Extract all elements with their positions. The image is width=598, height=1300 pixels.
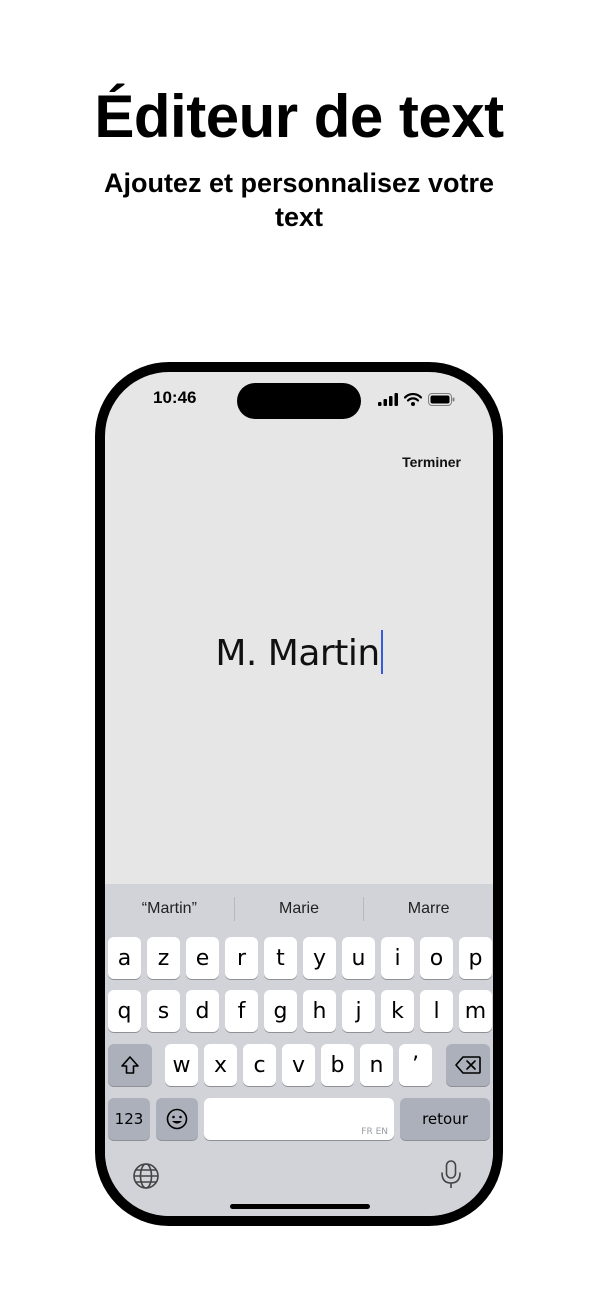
keyboard-row-2: qsdfghjklm xyxy=(105,990,493,1032)
home-indicator xyxy=(230,1204,370,1209)
key-x[interactable]: x xyxy=(204,1044,237,1086)
space-key[interactable]: FR EN xyxy=(204,1098,394,1140)
dynamic-island xyxy=(237,383,361,419)
key-v[interactable]: v xyxy=(282,1044,315,1086)
suggestion-item[interactable]: Marie xyxy=(235,900,364,918)
key-z[interactable]: z xyxy=(147,937,180,979)
battery-icon xyxy=(428,393,455,406)
key-k[interactable]: k xyxy=(381,990,414,1032)
emoji-icon xyxy=(166,1108,188,1130)
key-n[interactable]: n xyxy=(360,1044,393,1086)
numbers-key[interactable]: 123 xyxy=(108,1098,150,1140)
key-e[interactable]: e xyxy=(186,937,219,979)
key-b[interactable]: b xyxy=(321,1044,354,1086)
key-u[interactable]: u xyxy=(342,937,375,979)
shift-icon xyxy=(121,1056,139,1074)
key-c[interactable]: c xyxy=(243,1044,276,1086)
delete-key[interactable] xyxy=(446,1044,490,1086)
keyboard-row-3: w x c v b n’ xyxy=(105,1044,493,1086)
key-i[interactable]: i xyxy=(381,937,414,979)
return-key[interactable]: retour xyxy=(400,1098,490,1140)
emoji-key[interactable] xyxy=(156,1098,198,1140)
key-w[interactable]: w xyxy=(165,1044,198,1086)
globe-icon[interactable] xyxy=(132,1162,160,1190)
shift-key[interactable] xyxy=(108,1044,152,1086)
delete-icon xyxy=(455,1056,481,1074)
key-f[interactable]: f xyxy=(225,990,258,1032)
editor-text: M. Martin xyxy=(215,633,380,674)
suggestion-item[interactable]: Marre xyxy=(364,900,493,918)
key-q[interactable]: q xyxy=(108,990,141,1032)
key-j[interactable]: j xyxy=(342,990,375,1032)
wifi-icon xyxy=(404,393,422,406)
key-g[interactable]: g xyxy=(264,990,297,1032)
microphone-icon[interactable] xyxy=(440,1160,462,1190)
key-t[interactable]: t xyxy=(264,937,297,979)
keyboard: “Martin” Marie Marre azertyuiop qsdfghjk… xyxy=(105,884,493,1216)
key-y[interactable]: y xyxy=(303,937,336,979)
key-p[interactable]: p xyxy=(459,937,492,979)
promo-title: Éditeur de text xyxy=(94,83,504,150)
key-apostrophe[interactable]: ’ xyxy=(399,1044,432,1086)
space-language-tag: FR EN xyxy=(361,1127,388,1137)
key-r[interactable]: r xyxy=(225,937,258,979)
done-button[interactable]: Terminer xyxy=(402,454,461,470)
keyboard-row-4: 123 FR EN retour xyxy=(105,1098,493,1140)
text-editor[interactable]: M. Martin xyxy=(105,630,493,674)
key-s[interactable]: s xyxy=(147,990,180,1032)
keyboard-bottom-bar xyxy=(105,1154,493,1194)
phone-frame: 10:46 Terminer M. Martin “Martin” Marie … xyxy=(95,362,503,1226)
status-icons xyxy=(378,393,455,406)
keyboard-row-1: azertyuiop xyxy=(105,937,493,979)
suggestion-bar: “Martin” Marie Marre xyxy=(105,884,493,934)
phone-screen: 10:46 Terminer M. Martin “Martin” Marie … xyxy=(105,372,493,1216)
suggestion-item[interactable]: “Martin” xyxy=(105,900,234,918)
key-o[interactable]: o xyxy=(420,937,453,979)
key-d[interactable]: d xyxy=(186,990,219,1032)
key-a[interactable]: a xyxy=(108,937,141,979)
promo-page: Éditeur de text Ajoutez et personnalisez… xyxy=(0,0,598,1300)
text-caret xyxy=(380,630,383,674)
status-time: 10:46 xyxy=(153,388,197,407)
key-m[interactable]: m xyxy=(459,990,492,1032)
promo-subtitle: Ajoutez et personnalisez votre text xyxy=(103,168,495,232)
signal-icon xyxy=(378,393,398,406)
key-h[interactable]: h xyxy=(303,990,336,1032)
key-l[interactable]: l xyxy=(420,990,453,1032)
